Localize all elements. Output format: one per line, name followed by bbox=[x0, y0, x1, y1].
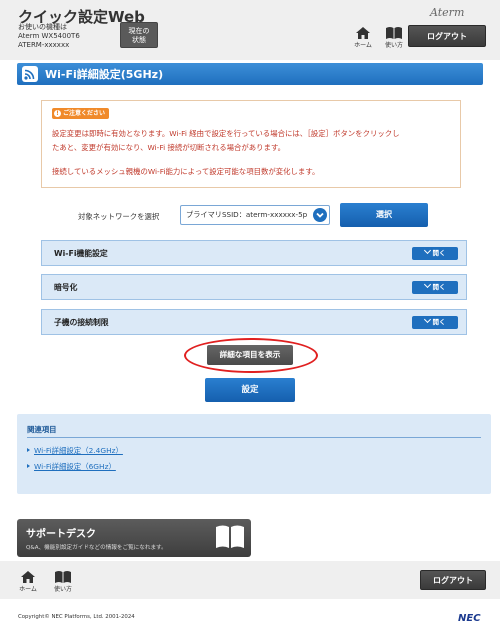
home-label: ホーム bbox=[19, 586, 37, 593]
page-title: Wi-Fi詳細設定(5GHz) bbox=[45, 68, 164, 81]
arrow-right-icon bbox=[27, 448, 30, 452]
open-label: 開く bbox=[432, 283, 446, 291]
open-button[interactable]: 開く bbox=[412, 315, 458, 329]
manual-label: 使い方 bbox=[384, 42, 403, 49]
select-network-button[interactable]: 選択 bbox=[340, 203, 428, 227]
footer-home-button[interactable]: ホーム bbox=[15, 570, 41, 593]
notice-text: 接続しているメッシュ親機のWi-Fi能力によって設定可能な項目数が変化します。 bbox=[52, 167, 320, 176]
notice-box: ! ご注意ください 設定変更は即時に有効となります。Wi-Fi 経由で設定を行って… bbox=[41, 100, 461, 188]
copyright: Copyright© NEC Platforms, Ltd. 2001-2024 bbox=[18, 614, 135, 620]
wifi-icon bbox=[22, 66, 38, 82]
chevron-down-icon bbox=[423, 246, 431, 255]
chevron-down-icon bbox=[313, 208, 327, 222]
home-button[interactable]: ホーム bbox=[350, 26, 376, 49]
chevron-down-icon bbox=[423, 280, 431, 289]
manual-label: 使い方 bbox=[53, 586, 72, 593]
settings-button[interactable]: 設定 bbox=[205, 378, 295, 402]
network-select-label: 対象ネットワークを選択 bbox=[78, 212, 160, 221]
divider bbox=[27, 437, 481, 438]
brand-logo: Aterm bbox=[430, 6, 465, 19]
link-text: Wi-Fi詳細設定（6GHz） bbox=[34, 462, 116, 471]
notice-badge: ! ご注意ください bbox=[52, 108, 110, 119]
support-desk-banner[interactable]: サポートデスク Q&A、機能別設定ガイドなどの情報をご覧になれます。 bbox=[17, 519, 251, 557]
device-line: お使いの機種は bbox=[18, 23, 67, 31]
open-button[interactable]: 開く bbox=[412, 280, 458, 294]
book-icon bbox=[55, 571, 71, 583]
accordion-wifi-function[interactable]: Wi-Fi機能設定 開く bbox=[41, 240, 467, 266]
notice-text: 設定変更は即時に有効となります。Wi-Fi 経由で設定を行っている場合には、［設… bbox=[52, 129, 400, 138]
related-items-panel: 関連項目 Wi-Fi詳細設定（2.4GHz） Wi-Fi詳細設定（6GHz） bbox=[17, 414, 491, 494]
page-title-bar: Wi-Fi詳細設定(5GHz) bbox=[17, 63, 483, 85]
highlight-ellipse bbox=[184, 338, 318, 373]
related-title: 関連項目 bbox=[27, 425, 57, 434]
chevron-down-icon bbox=[423, 315, 431, 324]
accordion-connection-limit[interactable]: 子機の接続制限 開く bbox=[41, 309, 467, 335]
status-label-2: 状態 bbox=[132, 36, 146, 44]
home-label: ホーム bbox=[354, 42, 372, 49]
logout-button[interactable]: ログアウト bbox=[408, 25, 486, 47]
accordion-label: Wi-Fi機能設定 bbox=[54, 249, 108, 258]
accordion-label: 暗号化 bbox=[54, 283, 78, 292]
footer-manual-button[interactable]: 使い方 bbox=[50, 570, 76, 593]
alert-icon: ! bbox=[54, 110, 61, 117]
related-link-6g[interactable]: Wi-Fi詳細設定（6GHz） bbox=[27, 461, 116, 472]
manual-button[interactable]: 使い方 bbox=[381, 26, 407, 49]
link-text: Wi-Fi詳細設定（2.4GHz） bbox=[34, 446, 123, 455]
network-selected-value: プライマリSSID：aterm-xxxxxx-5p bbox=[186, 210, 308, 219]
device-info: お使いの機種は Aterm WX5400T6 ATERM-xxxxxx bbox=[18, 23, 80, 50]
network-select[interactable]: プライマリSSID：aterm-xxxxxx-5p bbox=[180, 205, 330, 225]
open-label: 開く bbox=[432, 318, 446, 326]
device-model: Aterm WX5400T6 bbox=[18, 32, 80, 40]
notice-badge-label: ご注意ください bbox=[63, 110, 106, 117]
home-icon bbox=[21, 571, 35, 583]
open-label: 開く bbox=[432, 249, 446, 257]
arrow-right-icon bbox=[27, 464, 30, 468]
home-icon bbox=[356, 27, 370, 39]
notice-text: たあと、変更が有効になり、Wi-Fi 接続が切断される場合があります。 bbox=[52, 143, 285, 152]
book-icon bbox=[216, 525, 244, 548]
book-icon bbox=[386, 27, 402, 39]
support-subtitle: Q&A、機能別設定ガイドなどの情報をご覧になれます。 bbox=[26, 545, 167, 551]
current-status-button[interactable]: 現在の 状態 bbox=[120, 22, 158, 48]
open-button[interactable]: 開く bbox=[412, 246, 458, 260]
footer-logout-button[interactable]: ログアウト bbox=[420, 570, 486, 590]
accordion-encryption[interactable]: 暗号化 開く bbox=[41, 274, 467, 300]
device-id: ATERM-xxxxxx bbox=[18, 41, 70, 49]
status-label-1: 現在の bbox=[128, 27, 150, 35]
support-title: サポートデスク bbox=[26, 529, 96, 540]
nec-logo: NEC bbox=[458, 613, 481, 624]
header: クイック設定Web お使いの機種は Aterm WX5400T6 ATERM-x… bbox=[0, 0, 500, 60]
accordion-label: 子機の接続制限 bbox=[54, 318, 109, 327]
related-link-2g[interactable]: Wi-Fi詳細設定（2.4GHz） bbox=[27, 445, 123, 456]
